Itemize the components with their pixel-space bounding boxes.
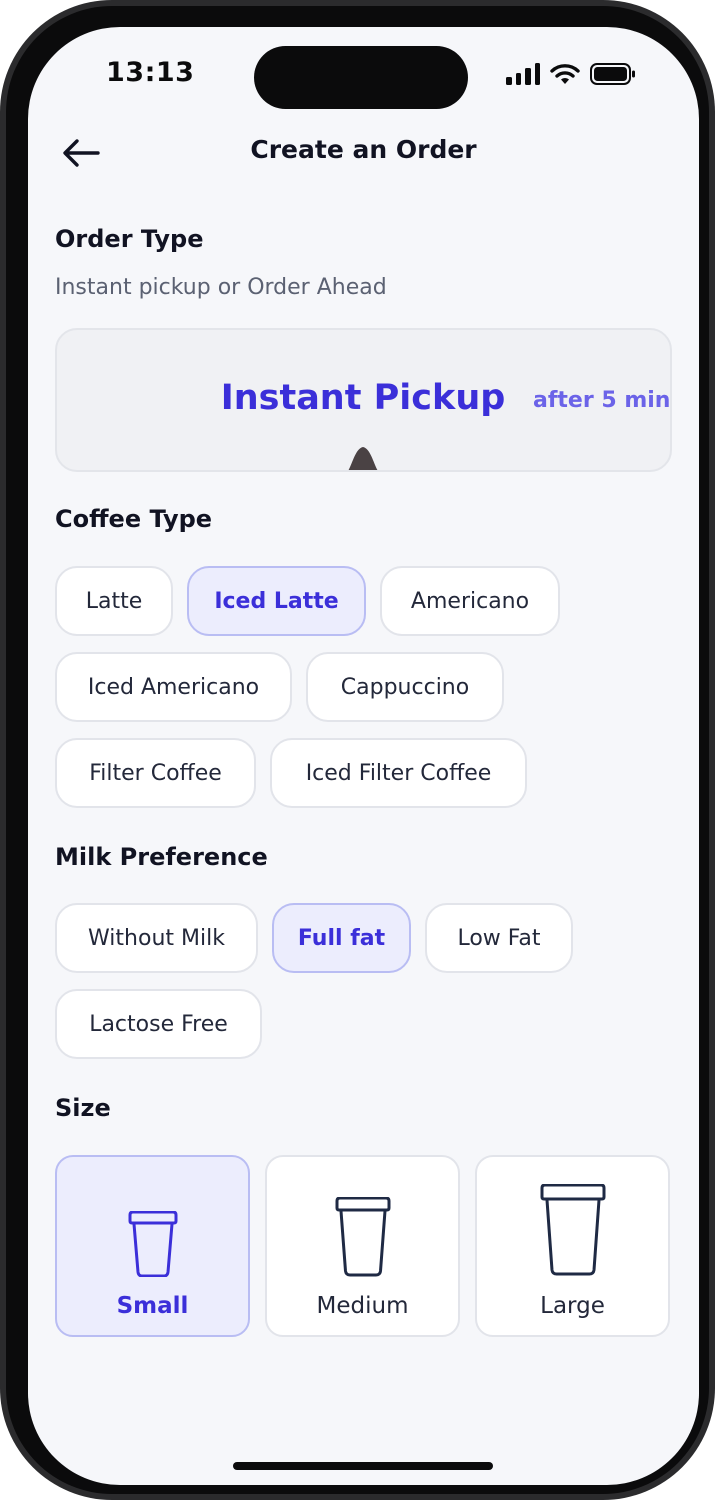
milk-preference-heading: Milk Preference	[55, 843, 268, 871]
cup-large-icon	[477, 1184, 668, 1276]
status-time: 13:13	[106, 57, 195, 88]
signal-icon	[506, 63, 540, 85]
size-option-small[interactable]: Small	[55, 1155, 250, 1337]
selection-pointer-icon	[348, 447, 378, 470]
cup-small-icon	[57, 1211, 248, 1277]
order-type-subtitle: Instant pickup or Order Ahead	[55, 275, 387, 300]
milk-option-without-milk[interactable]: Without Milk	[55, 903, 258, 973]
coffee-option-iced-americano[interactable]: Iced Americano	[55, 652, 292, 722]
battery-icon	[590, 63, 636, 85]
coffee-option-iced-latte[interactable]: Iced Latte	[187, 566, 366, 636]
size-label-large: Large	[540, 1293, 605, 1319]
coffee-option-latte[interactable]: Latte	[55, 566, 173, 636]
milk-option-full-fat[interactable]: Full fat	[272, 903, 411, 973]
coffee-option-filter-coffee[interactable]: Filter Coffee	[55, 738, 256, 808]
coffee-option-iced-filter-coffee[interactable]: Iced Filter Coffee	[270, 738, 527, 808]
phone-frame: 13:13 Create an Order Order Type Instant…	[0, 0, 715, 1500]
dynamic-island	[254, 46, 468, 109]
phone-bezel: 13:13 Create an Order Order Type Instant…	[6, 6, 709, 1494]
milk-option-lactose-free[interactable]: Lactose Free	[55, 989, 262, 1059]
order-type-heading: Order Type	[55, 225, 204, 253]
coffee-option-cappuccino[interactable]: Cappuccino	[306, 652, 504, 722]
wifi-icon	[550, 63, 580, 85]
size-option-medium[interactable]: Medium	[265, 1155, 460, 1337]
size-label-small: Small	[116, 1293, 189, 1319]
milk-option-low-fat[interactable]: Low Fat	[425, 903, 573, 973]
order-type-carousel[interactable]: Instant Pickup after 5 minu	[55, 328, 672, 472]
home-indicator[interactable]	[233, 1462, 493, 1470]
cup-medium-icon	[267, 1197, 458, 1277]
status-icons	[506, 63, 636, 85]
page-title: Create an Order	[250, 135, 477, 164]
size-option-large[interactable]: Large	[475, 1155, 670, 1337]
coffee-option-americano[interactable]: Americano	[380, 566, 560, 636]
order-type-next-option[interactable]: after 5 minu	[533, 388, 670, 413]
app-screen: 13:13 Create an Order Order Type Instant…	[28, 27, 699, 1485]
size-label-medium: Medium	[316, 1293, 409, 1319]
coffee-type-heading: Coffee Type	[55, 505, 213, 533]
size-heading: Size	[55, 1094, 111, 1122]
